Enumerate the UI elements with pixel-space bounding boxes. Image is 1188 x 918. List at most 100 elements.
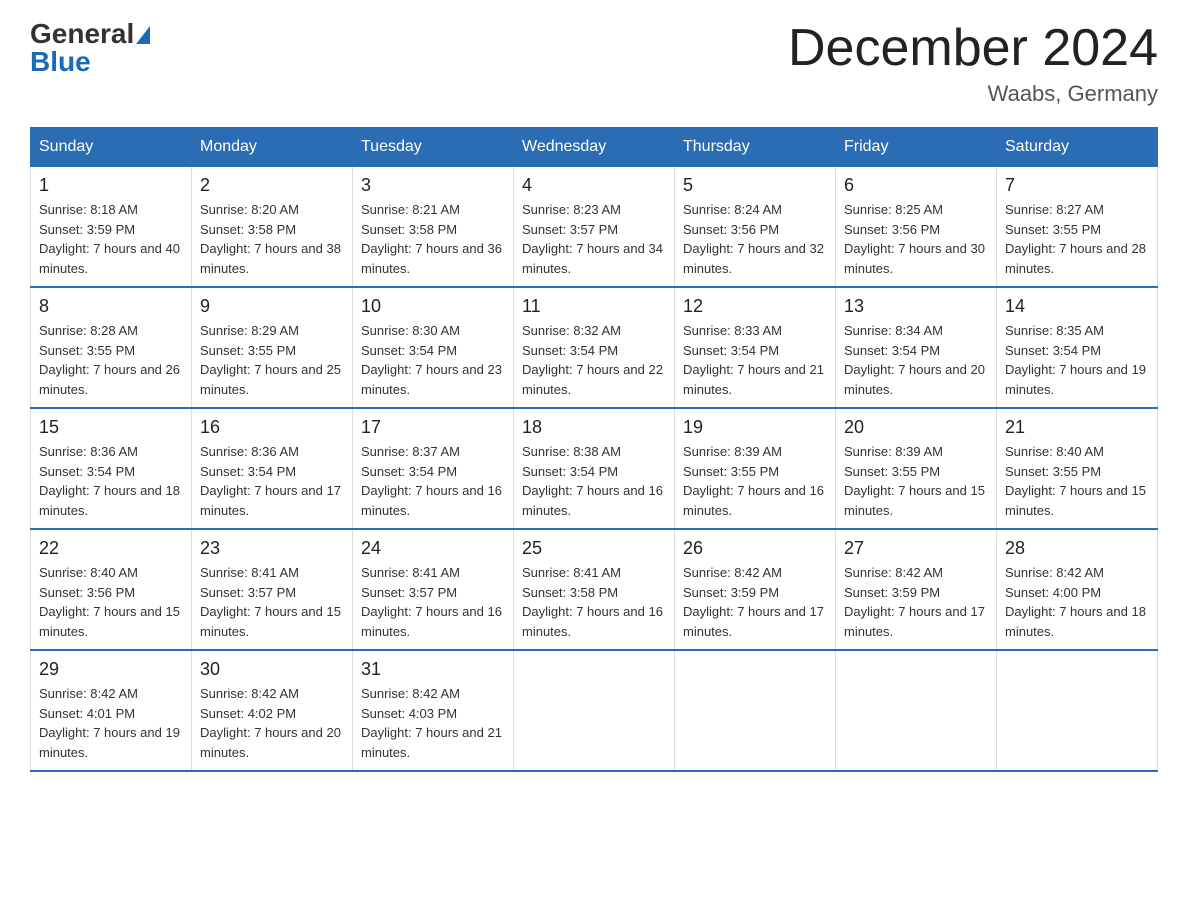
day-info: Sunrise: 8:38 AMSunset: 3:54 PMDaylight:… xyxy=(522,442,666,520)
day-number: 28 xyxy=(1005,538,1149,559)
day-cell-17: 17 Sunrise: 8:37 AMSunset: 3:54 PMDayligh… xyxy=(353,408,514,529)
empty-cell xyxy=(514,650,675,771)
day-number: 7 xyxy=(1005,175,1149,196)
calendar-header-row: SundayMondayTuesdayWednesdayThursdayFrid… xyxy=(31,128,1158,167)
day-cell-13: 13Sunrise: 8:34 AMSunset: 3:54 PMDayligh… xyxy=(836,287,997,408)
day-info: Sunrise: 8:40 AMSunset: 3:55 PMDaylight:… xyxy=(1005,442,1149,520)
week-row-2: 8 Sunrise: 8:28 AMSunset: 3:55 PMDaylight… xyxy=(31,287,1158,408)
col-header-thursday: Thursday xyxy=(675,128,836,167)
col-header-saturday: Saturday xyxy=(997,128,1158,167)
day-info: Sunrise: 8:42 AMSunset: 3:59 PMDaylight:… xyxy=(683,563,827,641)
day-info: Sunrise: 8:36 AMSunset: 3:54 PMDaylight:… xyxy=(200,442,344,520)
day-info: Sunrise: 8:24 AMSunset: 3:56 PMDaylight:… xyxy=(683,200,827,278)
day-info: Sunrise: 8:36 AMSunset: 3:54 PMDaylight:… xyxy=(39,442,183,520)
day-number: 8 xyxy=(39,296,183,317)
day-number: 16 xyxy=(200,417,344,438)
day-number: 12 xyxy=(683,296,827,317)
day-number: 23 xyxy=(200,538,344,559)
day-cell-2: 2Sunrise: 8:20 AMSunset: 3:58 PMDaylight… xyxy=(192,167,353,288)
day-cell-24: 24Sunrise: 8:41 AMSunset: 3:57 PMDayligh… xyxy=(353,529,514,650)
day-info: Sunrise: 8:18 AMSunset: 3:59 PMDaylight:… xyxy=(39,200,183,278)
day-number: 20 xyxy=(844,417,988,438)
day-cell-9: 9Sunrise: 8:29 AMSunset: 3:55 PMDaylight… xyxy=(192,287,353,408)
day-info: Sunrise: 8:28 AMSunset: 3:55 PMDaylight:… xyxy=(39,321,183,399)
day-cell-16: 16 Sunrise: 8:36 AMSunset: 3:54 PMDayligh… xyxy=(192,408,353,529)
day-number: 5 xyxy=(683,175,827,196)
day-cell-31: 31Sunrise: 8:42 AMSunset: 4:03 PMDayligh… xyxy=(353,650,514,771)
day-cell-18: 18 Sunrise: 8:38 AMSunset: 3:54 PMDayligh… xyxy=(514,408,675,529)
empty-cell xyxy=(836,650,997,771)
day-cell-7: 7 Sunrise: 8:27 AMSunset: 3:55 PMDaylight… xyxy=(997,167,1158,288)
day-cell-1: 1Sunrise: 8:18 AMSunset: 3:59 PMDaylight… xyxy=(31,167,192,288)
day-number: 22 xyxy=(39,538,183,559)
day-cell-27: 27Sunrise: 8:42 AMSunset: 3:59 PMDayligh… xyxy=(836,529,997,650)
day-info: Sunrise: 8:32 AMSunset: 3:54 PMDaylight:… xyxy=(522,321,666,399)
col-header-sunday: Sunday xyxy=(31,128,192,167)
day-number: 11 xyxy=(522,296,666,317)
day-cell-15: 15 Sunrise: 8:36 AMSunset: 3:54 PMDayligh… xyxy=(31,408,192,529)
day-cell-5: 5 Sunrise: 8:24 AMSunset: 3:56 PMDaylight… xyxy=(675,167,836,288)
day-info: Sunrise: 8:39 AMSunset: 3:55 PMDaylight:… xyxy=(844,442,988,520)
day-info: Sunrise: 8:27 AMSunset: 3:55 PMDaylight:… xyxy=(1005,200,1149,278)
day-info: Sunrise: 8:42 AMSunset: 4:01 PMDaylight:… xyxy=(39,684,183,762)
day-info: Sunrise: 8:42 AMSunset: 4:00 PMDaylight:… xyxy=(1005,563,1149,641)
week-row-5: 29Sunrise: 8:42 AMSunset: 4:01 PMDayligh… xyxy=(31,650,1158,771)
day-cell-21: 21 Sunrise: 8:40 AMSunset: 3:55 PMDayligh… xyxy=(997,408,1158,529)
day-info: Sunrise: 8:42 AMSunset: 4:03 PMDaylight:… xyxy=(361,684,505,762)
day-number: 15 xyxy=(39,417,183,438)
day-cell-28: 28 Sunrise: 8:42 AMSunset: 4:00 PMDayligh… xyxy=(997,529,1158,650)
day-cell-20: 20 Sunrise: 8:39 AMSunset: 3:55 PMDayligh… xyxy=(836,408,997,529)
week-row-1: 1Sunrise: 8:18 AMSunset: 3:59 PMDaylight… xyxy=(31,167,1158,288)
day-cell-22: 22 Sunrise: 8:40 AMSunset: 3:56 PMDayligh… xyxy=(31,529,192,650)
day-cell-14: 14 Sunrise: 8:35 AMSunset: 3:54 PMDayligh… xyxy=(997,287,1158,408)
day-info: Sunrise: 8:23 AMSunset: 3:57 PMDaylight:… xyxy=(522,200,666,278)
day-info: Sunrise: 8:20 AMSunset: 3:58 PMDaylight:… xyxy=(200,200,344,278)
logo-triangle-icon xyxy=(136,26,150,44)
day-info: Sunrise: 8:35 AMSunset: 3:54 PMDaylight:… xyxy=(1005,321,1149,399)
day-number: 21 xyxy=(1005,417,1149,438)
col-header-friday: Friday xyxy=(836,128,997,167)
day-number: 17 xyxy=(361,417,505,438)
day-number: 3 xyxy=(361,175,505,196)
col-header-tuesday: Tuesday xyxy=(353,128,514,167)
day-info: Sunrise: 8:41 AMSunset: 3:57 PMDaylight:… xyxy=(361,563,505,641)
day-cell-10: 10 Sunrise: 8:30 AMSunset: 3:54 PMDayligh… xyxy=(353,287,514,408)
day-info: Sunrise: 8:37 AMSunset: 3:54 PMDaylight:… xyxy=(361,442,505,520)
day-number: 14 xyxy=(1005,296,1149,317)
day-cell-12: 12 Sunrise: 8:33 AMSunset: 3:54 PMDayligh… xyxy=(675,287,836,408)
day-cell-11: 11 Sunrise: 8:32 AMSunset: 3:54 PMDayligh… xyxy=(514,287,675,408)
empty-cell xyxy=(997,650,1158,771)
day-info: Sunrise: 8:25 AMSunset: 3:56 PMDaylight:… xyxy=(844,200,988,278)
day-cell-25: 25Sunrise: 8:41 AMSunset: 3:58 PMDayligh… xyxy=(514,529,675,650)
day-info: Sunrise: 8:30 AMSunset: 3:54 PMDaylight:… xyxy=(361,321,505,399)
day-info: Sunrise: 8:33 AMSunset: 3:54 PMDaylight:… xyxy=(683,321,827,399)
day-number: 4 xyxy=(522,175,666,196)
day-cell-23: 23Sunrise: 8:41 AMSunset: 3:57 PMDayligh… xyxy=(192,529,353,650)
day-number: 10 xyxy=(361,296,505,317)
day-info: Sunrise: 8:21 AMSunset: 3:58 PMDaylight:… xyxy=(361,200,505,278)
day-cell-4: 4 Sunrise: 8:23 AMSunset: 3:57 PMDaylight… xyxy=(514,167,675,288)
logo-blue-text: Blue xyxy=(30,48,150,76)
day-number: 18 xyxy=(522,417,666,438)
col-header-monday: Monday xyxy=(192,128,353,167)
day-cell-30: 30 Sunrise: 8:42 AMSunset: 4:02 PMDayligh… xyxy=(192,650,353,771)
week-row-3: 15 Sunrise: 8:36 AMSunset: 3:54 PMDayligh… xyxy=(31,408,1158,529)
day-info: Sunrise: 8:39 AMSunset: 3:55 PMDaylight:… xyxy=(683,442,827,520)
logo: General Blue xyxy=(30,20,150,76)
day-number: 19 xyxy=(683,417,827,438)
location-label: Waabs, Germany xyxy=(788,81,1158,107)
day-number: 13 xyxy=(844,296,988,317)
month-title: December 2024 xyxy=(788,20,1158,77)
day-info: Sunrise: 8:40 AMSunset: 3:56 PMDaylight:… xyxy=(39,563,183,641)
day-cell-8: 8 Sunrise: 8:28 AMSunset: 3:55 PMDaylight… xyxy=(31,287,192,408)
day-info: Sunrise: 8:42 AMSunset: 4:02 PMDaylight:… xyxy=(200,684,344,762)
day-number: 25 xyxy=(522,538,666,559)
day-number: 6 xyxy=(844,175,988,196)
day-number: 27 xyxy=(844,538,988,559)
col-header-wednesday: Wednesday xyxy=(514,128,675,167)
title-section: December 2024 Waabs, Germany xyxy=(788,20,1158,107)
empty-cell xyxy=(675,650,836,771)
day-cell-26: 26Sunrise: 8:42 AMSunset: 3:59 PMDayligh… xyxy=(675,529,836,650)
day-number: 30 xyxy=(200,659,344,680)
calendar-table: SundayMondayTuesdayWednesdayThursdayFrid… xyxy=(30,127,1158,772)
